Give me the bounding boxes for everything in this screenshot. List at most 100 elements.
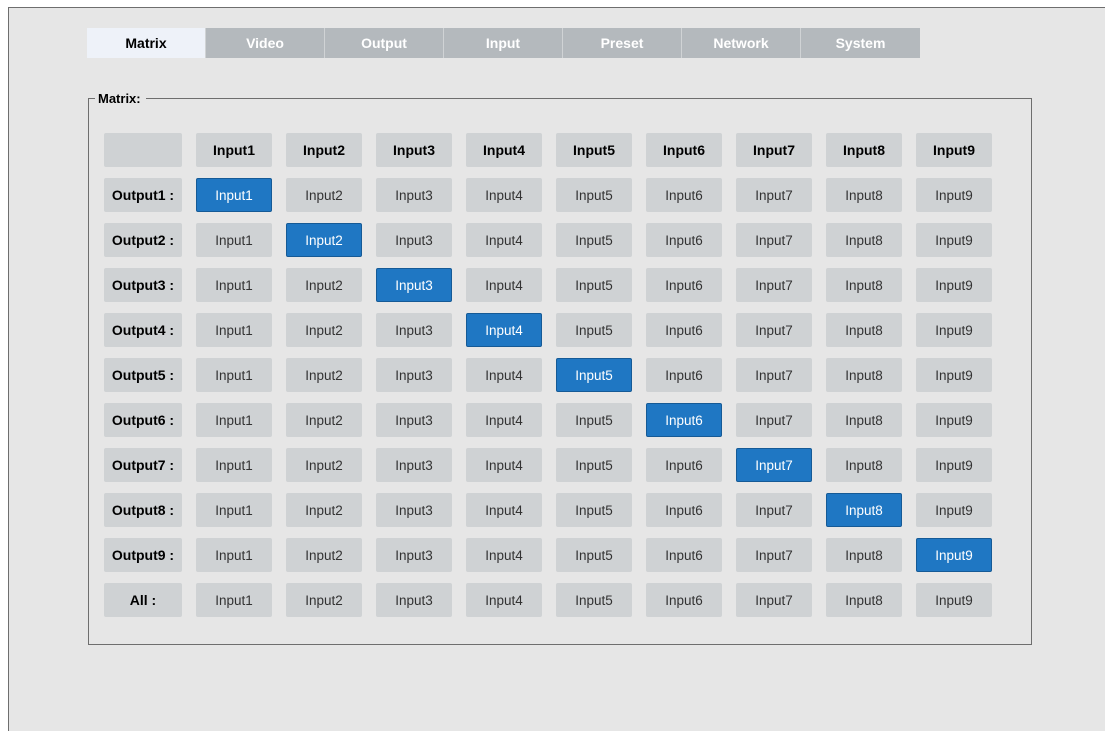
output6-input9-button[interactable]: Input9 (916, 403, 992, 437)
output7-input8-button[interactable]: Input8 (826, 448, 902, 482)
output4-input4-button[interactable]: Input4 (466, 313, 542, 347)
all-input1-button[interactable]: Input1 (196, 583, 272, 617)
output5-input4-button[interactable]: Input4 (466, 358, 542, 392)
output9-input5-button[interactable]: Input5 (556, 538, 632, 572)
output5-input2-button[interactable]: Input2 (286, 358, 362, 392)
output1-input8-button[interactable]: Input8 (826, 178, 902, 212)
column-header-input5: Input5 (556, 133, 632, 167)
output6-input5-button[interactable]: Input5 (556, 403, 632, 437)
output4-input1-button[interactable]: Input1 (196, 313, 272, 347)
output5-input1-button[interactable]: Input1 (196, 358, 272, 392)
output3-input3-button[interactable]: Input3 (376, 268, 452, 302)
output3-input7-button[interactable]: Input7 (736, 268, 812, 302)
output6-input2-button[interactable]: Input2 (286, 403, 362, 437)
output8-input5-button[interactable]: Input5 (556, 493, 632, 527)
tab-input[interactable]: Input (444, 28, 563, 58)
column-header-input2: Input2 (286, 133, 362, 167)
output9-input2-button[interactable]: Input2 (286, 538, 362, 572)
output3-input9-button[interactable]: Input9 (916, 268, 992, 302)
output5-input8-button[interactable]: Input8 (826, 358, 902, 392)
output2-input3-button[interactable]: Input3 (376, 223, 452, 257)
output8-input4-button[interactable]: Input4 (466, 493, 542, 527)
output6-input3-button[interactable]: Input3 (376, 403, 452, 437)
output2-input4-button[interactable]: Input4 (466, 223, 542, 257)
output2-input5-button[interactable]: Input5 (556, 223, 632, 257)
all-input2-button[interactable]: Input2 (286, 583, 362, 617)
output5-input6-button[interactable]: Input6 (646, 358, 722, 392)
output3-input5-button[interactable]: Input5 (556, 268, 632, 302)
tab-preset[interactable]: Preset (563, 28, 682, 58)
output2-input7-button[interactable]: Input7 (736, 223, 812, 257)
tab-output[interactable]: Output (325, 28, 444, 58)
output6-input7-button[interactable]: Input7 (736, 403, 812, 437)
row-header-output3: Output3 : (104, 268, 182, 302)
tab-system[interactable]: System (801, 28, 920, 58)
output5-input7-button[interactable]: Input7 (736, 358, 812, 392)
all-input6-button[interactable]: Input6 (646, 583, 722, 617)
output3-input1-button[interactable]: Input1 (196, 268, 272, 302)
output2-input9-button[interactable]: Input9 (916, 223, 992, 257)
output9-input8-button[interactable]: Input8 (826, 538, 902, 572)
output5-input3-button[interactable]: Input3 (376, 358, 452, 392)
tab-video[interactable]: Video (206, 28, 325, 58)
output7-input9-button[interactable]: Input9 (916, 448, 992, 482)
output1-input9-button[interactable]: Input9 (916, 178, 992, 212)
output3-input8-button[interactable]: Input8 (826, 268, 902, 302)
output7-input1-button[interactable]: Input1 (196, 448, 272, 482)
output9-input9-button[interactable]: Input9 (916, 538, 992, 572)
output6-input1-button[interactable]: Input1 (196, 403, 272, 437)
output7-input3-button[interactable]: Input3 (376, 448, 452, 482)
output4-input2-button[interactable]: Input2 (286, 313, 362, 347)
output1-input6-button[interactable]: Input6 (646, 178, 722, 212)
output2-input6-button[interactable]: Input6 (646, 223, 722, 257)
all-input5-button[interactable]: Input5 (556, 583, 632, 617)
output4-input8-button[interactable]: Input8 (826, 313, 902, 347)
output6-input6-button[interactable]: Input6 (646, 403, 722, 437)
output5-input9-button[interactable]: Input9 (916, 358, 992, 392)
all-input4-button[interactable]: Input4 (466, 583, 542, 617)
output3-input2-button[interactable]: Input2 (286, 268, 362, 302)
output4-input9-button[interactable]: Input9 (916, 313, 992, 347)
output4-input5-button[interactable]: Input5 (556, 313, 632, 347)
output7-input5-button[interactable]: Input5 (556, 448, 632, 482)
output1-input5-button[interactable]: Input5 (556, 178, 632, 212)
output8-input1-button[interactable]: Input1 (196, 493, 272, 527)
output8-input7-button[interactable]: Input7 (736, 493, 812, 527)
output9-input1-button[interactable]: Input1 (196, 538, 272, 572)
output9-input6-button[interactable]: Input6 (646, 538, 722, 572)
output7-input2-button[interactable]: Input2 (286, 448, 362, 482)
output3-input4-button[interactable]: Input4 (466, 268, 542, 302)
all-input9-button[interactable]: Input9 (916, 583, 992, 617)
output1-input1-button[interactable]: Input1 (196, 178, 272, 212)
output8-input6-button[interactable]: Input6 (646, 493, 722, 527)
all-input3-button[interactable]: Input3 (376, 583, 452, 617)
output2-input1-button[interactable]: Input1 (196, 223, 272, 257)
output5-input5-button[interactable]: Input5 (556, 358, 632, 392)
output8-input2-button[interactable]: Input2 (286, 493, 362, 527)
output8-input9-button[interactable]: Input9 (916, 493, 992, 527)
output4-input6-button[interactable]: Input6 (646, 313, 722, 347)
output8-input3-button[interactable]: Input3 (376, 493, 452, 527)
output4-input7-button[interactable]: Input7 (736, 313, 812, 347)
output6-input8-button[interactable]: Input8 (826, 403, 902, 437)
output8-input8-button[interactable]: Input8 (826, 493, 902, 527)
output7-input7-button[interactable]: Input7 (736, 448, 812, 482)
output9-input3-button[interactable]: Input3 (376, 538, 452, 572)
output6-input4-button[interactable]: Input4 (466, 403, 542, 437)
tab-network[interactable]: Network (682, 28, 801, 58)
output7-input6-button[interactable]: Input6 (646, 448, 722, 482)
all-input8-button[interactable]: Input8 (826, 583, 902, 617)
output7-input4-button[interactable]: Input4 (466, 448, 542, 482)
output1-input7-button[interactable]: Input7 (736, 178, 812, 212)
output9-input4-button[interactable]: Input4 (466, 538, 542, 572)
all-input7-button[interactable]: Input7 (736, 583, 812, 617)
output4-input3-button[interactable]: Input3 (376, 313, 452, 347)
output1-input4-button[interactable]: Input4 (466, 178, 542, 212)
output2-input2-button[interactable]: Input2 (286, 223, 362, 257)
output9-input7-button[interactable]: Input7 (736, 538, 812, 572)
output1-input2-button[interactable]: Input2 (286, 178, 362, 212)
output2-input8-button[interactable]: Input8 (826, 223, 902, 257)
output1-input3-button[interactable]: Input3 (376, 178, 452, 212)
tab-matrix[interactable]: Matrix (87, 28, 206, 58)
output3-input6-button[interactable]: Input6 (646, 268, 722, 302)
